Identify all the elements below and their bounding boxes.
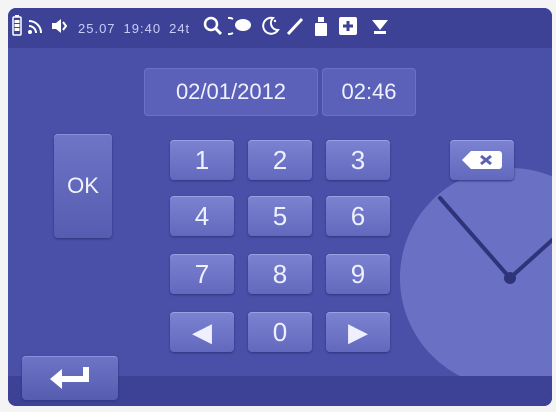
search-icon[interactable] — [202, 15, 224, 42]
plus-icon[interactable] — [338, 16, 358, 41]
status-bar: 25.07 19:40 24t — [8, 8, 552, 48]
person-icon[interactable] — [314, 15, 328, 42]
key-9[interactable]: 9 — [326, 254, 390, 294]
key-3[interactable]: 3 — [326, 140, 390, 180]
key-7[interactable]: 7 — [170, 254, 234, 294]
download-icon[interactable] — [370, 16, 390, 41]
time-display[interactable]: 02:46 — [322, 68, 416, 116]
date-display[interactable]: 02/01/2012 — [144, 68, 318, 116]
enter-icon — [50, 367, 89, 389]
key-0[interactable]: 0 — [248, 312, 312, 352]
speaker-icon — [50, 16, 70, 41]
mode-text: 24t — [169, 20, 191, 36]
clock-text: 19:40 — [123, 20, 162, 36]
right-arrow-button[interactable]: ▶ — [326, 312, 390, 352]
backspace-icon — [462, 151, 502, 169]
key-8[interactable]: 8 — [248, 254, 312, 294]
ok-button[interactable]: OK — [54, 134, 112, 238]
left-arrow-button[interactable]: ◀ — [170, 312, 234, 352]
key-4[interactable]: 4 — [170, 196, 234, 236]
backspace-button[interactable] — [450, 140, 514, 180]
signal-icon — [26, 16, 46, 41]
key-5[interactable]: 5 — [248, 196, 312, 236]
temperature-text: 25.07 — [78, 20, 116, 36]
key-6[interactable]: 6 — [326, 196, 390, 236]
enter-button[interactable] — [22, 356, 118, 400]
moon-icon[interactable] — [258, 15, 280, 42]
device-screen: 25.07 19:40 24t 02/01/2012 02:46 OK 1 2 … — [8, 8, 552, 406]
battery-icon — [12, 14, 22, 42]
clock-icon — [400, 168, 552, 388]
chat-icon[interactable] — [220, 15, 254, 42]
key-2[interactable]: 2 — [248, 140, 312, 180]
pen-icon[interactable] — [284, 15, 306, 42]
key-1[interactable]: 1 — [170, 140, 234, 180]
